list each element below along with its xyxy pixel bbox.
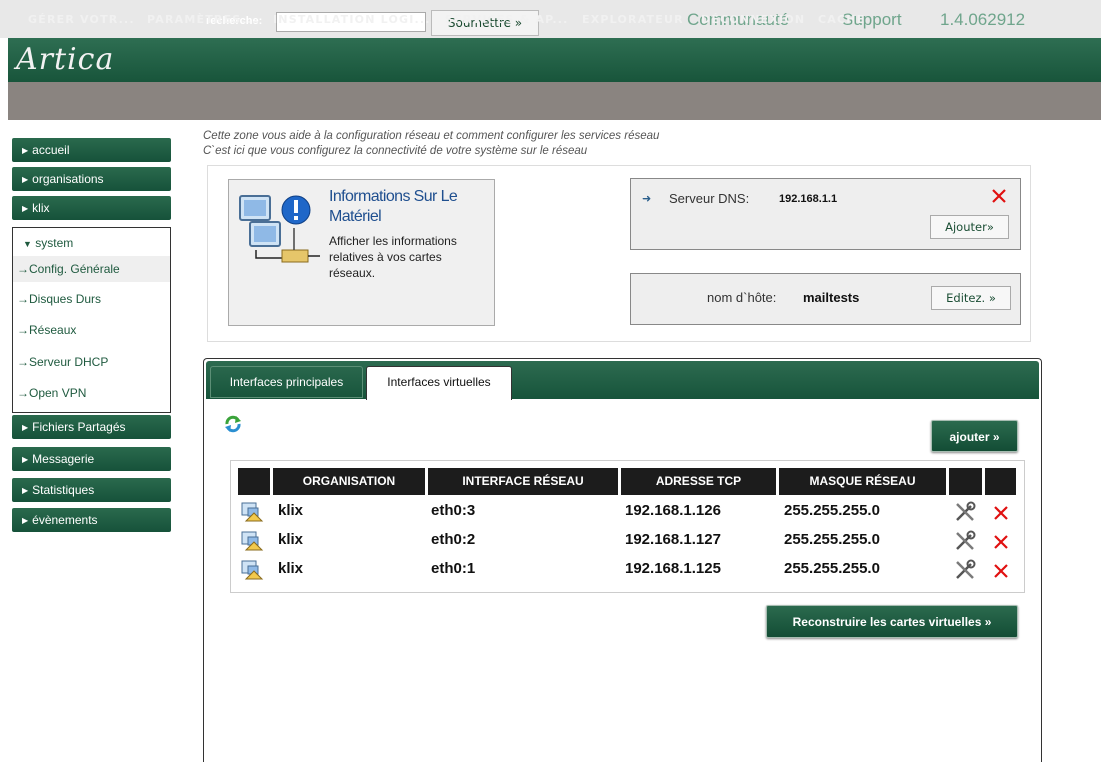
arrow-right-icon: → xyxy=(17,355,29,369)
delete-icon[interactable] xyxy=(991,503,1013,525)
sidebar-item-label: Statistiques xyxy=(32,483,95,497)
hostname-value: mailtests xyxy=(803,290,860,305)
sidebar-item-disques-durs[interactable]: →Disques Durs xyxy=(17,292,101,306)
tab-main-interfaces[interactable]: Interfaces principales xyxy=(210,366,363,398)
table-header-delete-col xyxy=(985,468,1016,495)
table-header-netmask[interactable]: MASQUE RÉSEAU xyxy=(779,468,946,495)
arrow-right-icon: → xyxy=(17,386,29,400)
menu-item-logout[interactable]: DÉCONNEXION xyxy=(701,13,805,26)
arrow-right-icon: → xyxy=(17,292,29,306)
hardware-info-description: Afficher les informations relatives à vo… xyxy=(329,234,457,280)
sidebar-item-label: organisations xyxy=(32,172,104,186)
menu-item-manage[interactable]: GÉRER VOTR... xyxy=(28,13,135,26)
sidebar-item-label: Open VPN xyxy=(29,386,87,400)
sidebar-item-label: Réseaux xyxy=(29,323,77,337)
table-cell-mask: 255.255.255.0 xyxy=(784,560,880,577)
menu-item-install[interactable]: INSTALLATION LOGI... xyxy=(273,13,431,26)
table-cell-interface: eth0:3 xyxy=(431,502,476,519)
edit-tools-icon[interactable] xyxy=(954,501,976,523)
hostname-label: nom d`hôte: xyxy=(707,290,777,305)
sidebar-item-label: klix xyxy=(32,201,50,215)
network-card-icon xyxy=(241,502,264,522)
intro-line-1: Cette zone vous aide à la configuration … xyxy=(203,130,660,142)
table-cell-ip: 192.168.1.126 xyxy=(625,502,721,519)
table-cell-interface: eth0:1 xyxy=(431,560,476,577)
sidebar-item-open-vpn[interactable]: →Open VPN xyxy=(17,386,86,400)
dns-value: 192.168.1.1 xyxy=(779,193,838,205)
table-header-icon-col xyxy=(238,468,270,495)
sidebar-item-serveur-dhcp[interactable]: →Serveur DHCP xyxy=(17,355,108,369)
sidebar-item-accueil[interactable]: ▶ accueil xyxy=(12,138,171,162)
table-cell-ip: 192.168.1.127 xyxy=(625,531,721,548)
sidebar-item-statistiques[interactable]: ▶ Statistiques xyxy=(12,478,171,502)
table-cell-organisation[interactable]: klix xyxy=(278,531,303,548)
hardware-info-title[interactable]: Informations Sur Le Matériel xyxy=(329,187,489,227)
sidebar-item-config-generale[interactable]: →Config. Générale xyxy=(13,256,170,282)
menu-item-explorer[interactable]: EXPLORATEUR xyxy=(582,13,684,26)
edit-tools-icon[interactable] xyxy=(954,530,976,552)
network-computers-icon xyxy=(239,195,320,263)
table-cell-mask: 255.255.255.0 xyxy=(784,502,880,519)
main-menu-bar xyxy=(8,82,1101,120)
caret-down-icon: ▼ xyxy=(23,239,32,249)
sidebar-item-label: Disques Durs xyxy=(29,292,102,306)
table-cell-organisation[interactable]: klix xyxy=(278,560,303,577)
caret-right-icon: ▶ xyxy=(22,423,29,432)
sidebar-system-toggle[interactable]: ▼ system xyxy=(23,236,73,250)
refresh-icon[interactable] xyxy=(223,414,243,434)
hostname-edit-button[interactable]: Editez. » xyxy=(931,286,1011,310)
table-header-tcp-address[interactable]: ADRESSE TCP xyxy=(621,468,776,495)
sidebar-item-label: Serveur DHCP xyxy=(29,355,109,369)
sidebar-item-label: accueil xyxy=(32,143,70,157)
table-header-organisation[interactable]: ORGANISATION xyxy=(273,468,425,495)
delete-icon[interactable] xyxy=(991,532,1013,554)
app-header: Artica xyxy=(8,38,1101,82)
sidebar-item-label: system xyxy=(35,236,74,250)
sidebar-item-label: Config. Générale xyxy=(29,262,120,276)
delete-icon[interactable] xyxy=(991,561,1013,583)
caret-right-icon: ▶ xyxy=(22,175,29,184)
sidebar-system-group: ▼ system →Config. Générale →Disques Durs… xyxy=(12,227,171,413)
arrow-right-icon: → xyxy=(17,262,29,276)
dns-label: Serveur DNS: xyxy=(669,191,750,206)
sidebar-item-label: Fichiers Partagés xyxy=(32,420,126,434)
version-label: 1.4.062912 xyxy=(940,10,1026,29)
sidebar-item-reseaux[interactable]: →Réseaux xyxy=(17,323,76,337)
menu-item-cache[interactable]: CACHE xyxy=(818,13,865,26)
edit-tools-icon[interactable] xyxy=(954,559,976,581)
sidebar-item-label: Messagerie xyxy=(32,452,95,466)
table-cell-interface: eth0:2 xyxy=(431,531,476,548)
tab-virtual-interfaces[interactable]: Interfaces virtuelles xyxy=(366,366,512,400)
arrow-right-icon: ➜ xyxy=(642,192,652,205)
caret-right-icon: ▶ xyxy=(22,516,29,525)
sidebar-item-label: évènements xyxy=(32,513,98,527)
rebuild-virtual-cards-button[interactable]: Reconstruire les cartes virtuelles » xyxy=(766,605,1018,638)
dns-add-button[interactable]: Ajouter» xyxy=(930,215,1009,239)
delete-icon[interactable] xyxy=(991,188,1007,204)
sidebar-item-evenements[interactable]: ▶ évènements xyxy=(12,508,171,532)
table-header-edit-col xyxy=(949,468,982,495)
caret-right-icon: ▶ xyxy=(22,486,29,495)
sidebar-item-fichiers-partages[interactable]: ▶ Fichiers Partagés xyxy=(12,415,171,439)
dns-server-card xyxy=(630,178,1021,250)
intro-line-2: C`est ici que vous configurez la connect… xyxy=(203,145,588,157)
menu-item-services[interactable]: SERVICES & AP... xyxy=(445,13,569,26)
arrow-right-icon: → xyxy=(17,323,29,337)
caret-right-icon: ▶ xyxy=(22,455,29,464)
sidebar-item-klix[interactable]: ▶ klix xyxy=(12,196,171,220)
menu-item-settings[interactable]: PARAMÈTRES... xyxy=(147,13,258,26)
table-cell-mask: 255.255.255.0 xyxy=(784,531,880,548)
sidebar-item-messagerie[interactable]: ▶ Messagerie xyxy=(12,447,171,471)
artica-logo[interactable]: Artica xyxy=(16,42,206,78)
sidebar-item-organisations[interactable]: ▶ organisations xyxy=(12,167,171,191)
network-card-icon xyxy=(241,531,264,551)
caret-right-icon: ▶ xyxy=(22,146,29,155)
network-card-icon xyxy=(241,560,264,580)
table-cell-organisation[interactable]: klix xyxy=(278,502,303,519)
table-header-interface[interactable]: INTERFACE RÉSEAU xyxy=(428,468,618,495)
caret-right-icon: ▶ xyxy=(22,204,29,213)
add-interface-button[interactable]: ajouter » xyxy=(931,420,1018,452)
table-cell-ip: 192.168.1.125 xyxy=(625,560,721,577)
